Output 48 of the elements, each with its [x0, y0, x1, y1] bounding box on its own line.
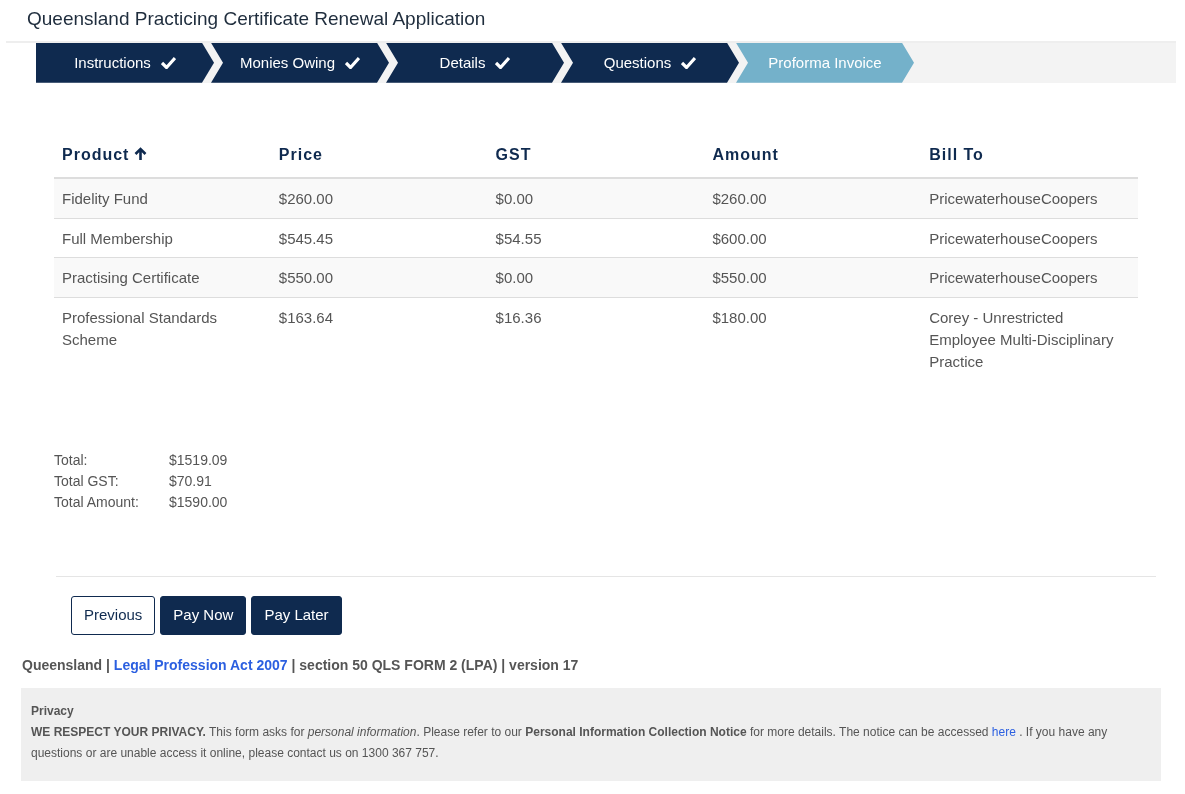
- check-icon: [681, 56, 697, 70]
- step-tab[interactable]: Instructions: [36, 42, 214, 83]
- act-link[interactable]: Legal Profession Act 2007: [113, 656, 288, 673]
- check-icon: [495, 56, 511, 70]
- action-button[interactable]: Pay Later: [251, 596, 342, 635]
- total-label: Total GST:: [54, 472, 120, 492]
- form-reference: Queensland | Legal Profession Act 2007 | section 50 QLS FORM 2 (LPA) | version 17: [22, 655, 580, 675]
- total-label: Total:: [54, 451, 89, 471]
- total-label: Total Amount:: [54, 493, 140, 513]
- privacy-text: WE RESPECT YOUR PRIVACY. This form asks for personal information. Please refer to our Personal Information Collection Notice for more details. The notice can be accessed here . If you have any questions or are unable access it online, please contact us on 1300 367 757.: [31, 723, 1109, 762]
- page-title: Queensland Practicing Certificate Renewal Application: [26, 7, 487, 31]
- table-cell: Fidelity Fund: [54, 177, 271, 219]
- table-cell: $545.45: [270, 218, 488, 258]
- total-value: $70.91: [169, 472, 213, 492]
- step-tab[interactable]: Monies Owing: [211, 42, 389, 83]
- table-cell: Full Membership: [54, 218, 271, 258]
- table-cell: $0.00: [487, 257, 705, 298]
- table-cell: PricewaterhouseCoopers: [921, 177, 1138, 219]
- table-cell: Practising Certificate: [54, 257, 271, 298]
- notice-link[interactable]: here: [991, 724, 1016, 739]
- table-cell: $180.00: [704, 297, 922, 381]
- column-header[interactable]: Bill To: [921, 132, 1138, 178]
- table-cell: $260.00: [704, 177, 922, 219]
- table-cell: $600.00: [704, 218, 922, 258]
- table-cell: $54.55: [487, 218, 705, 258]
- table-cell: $550.00: [704, 257, 922, 298]
- check-icon: [345, 56, 360, 70]
- total-value: $1590.00: [169, 493, 229, 513]
- table-cell: $0.00: [487, 177, 705, 219]
- table-cell: Corey - Unrestricted Employee Multi-Disciplinary Practice: [921, 297, 1138, 381]
- action-button[interactable]: Pay Now: [160, 596, 247, 635]
- table-cell: $16.36: [487, 297, 705, 381]
- check-icon: [160, 56, 176, 70]
- column-header[interactable]: Amount: [704, 132, 922, 178]
- column-header[interactable]: Price: [270, 132, 488, 178]
- column-header[interactable]: GST: [487, 132, 705, 178]
- total-value: $1519.09: [169, 451, 229, 471]
- table-cell: $163.64: [270, 297, 488, 381]
- table-cell: $260.00: [270, 177, 488, 219]
- table-cell: $550.00: [270, 257, 488, 298]
- table-cell: PricewaterhouseCoopers: [921, 218, 1138, 258]
- privacy-title: Privacy: [31, 702, 75, 720]
- back-button[interactable]: Previous: [71, 596, 156, 635]
- table-cell: PricewaterhouseCoopers: [921, 257, 1138, 298]
- table-cell: Professional Standards Scheme: [54, 297, 271, 381]
- step-tab[interactable]: Questions: [561, 42, 739, 83]
- column-header[interactable]: Product: [54, 132, 271, 178]
- step-tab[interactable]: Details: [386, 42, 564, 83]
